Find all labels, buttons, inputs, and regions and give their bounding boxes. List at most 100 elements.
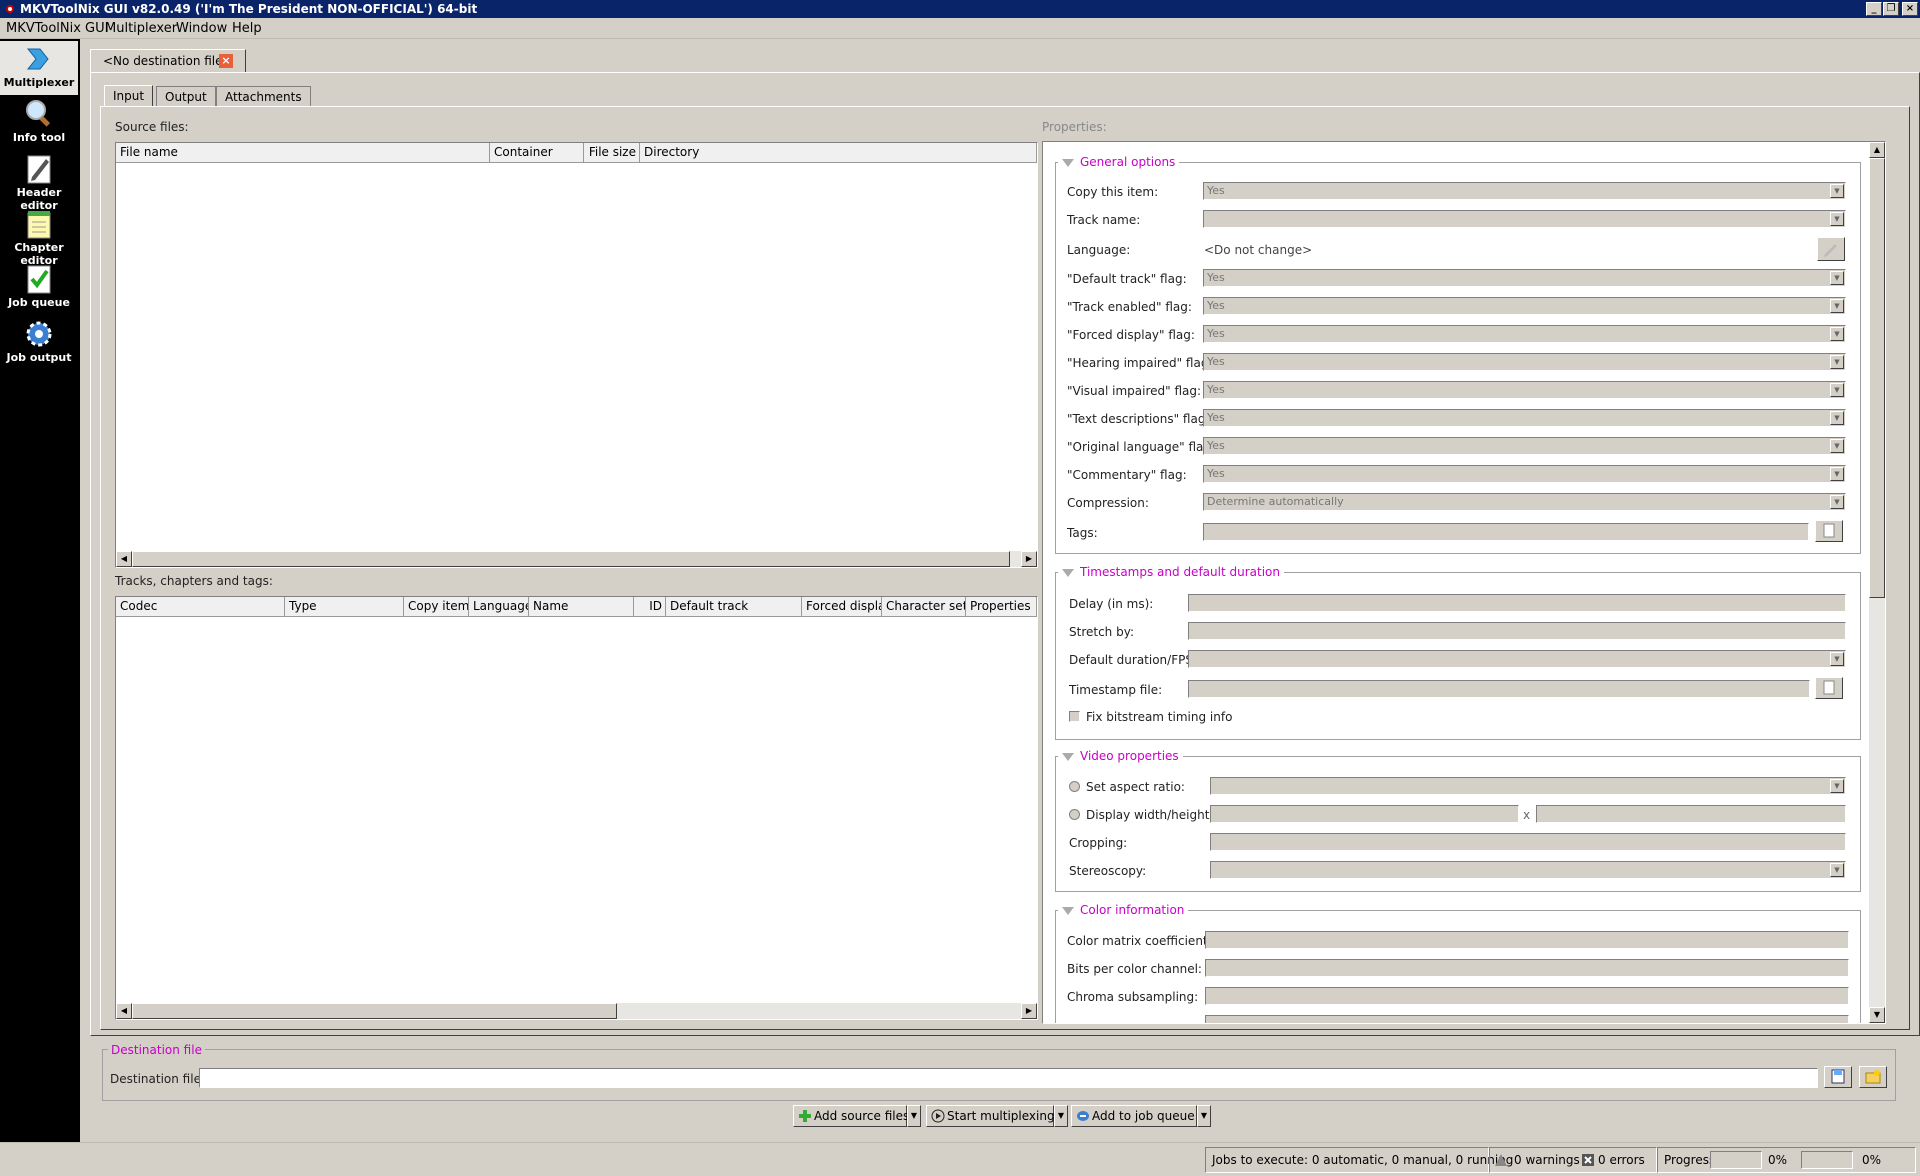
col-character-set[interactable]: Character set [882,597,966,617]
menu-window[interactable]: Window [176,21,227,36]
display-width-input[interactable] [1210,805,1519,823]
tab-attachments[interactable]: Attachments [216,86,311,107]
forced-display-select[interactable]: Yes ▼ [1203,325,1846,343]
copy-item-select[interactable]: Yes ▼ [1203,182,1846,200]
close-button[interactable]: × [1902,2,1918,16]
restore-button[interactable]: ❐ [1883,2,1899,16]
scroll-left-icon[interactable]: ◀ [116,551,132,567]
menu-multiplexer[interactable]: Multiplexer [105,21,177,36]
col-name[interactable]: Name [529,597,634,617]
tab-output[interactable]: Output [156,86,216,107]
aspect-ratio-radio[interactable] [1069,781,1080,792]
menu-mkvtoolnix[interactable]: MKVToolNix GUI [6,21,108,36]
default-track-select[interactable]: Yes ▼ [1203,269,1846,287]
menu-help[interactable]: Help [232,21,262,36]
multiplexer-icon [26,48,49,70]
cropping-input[interactable] [1210,833,1846,851]
dock-job-queue[interactable]: Job queue [0,261,78,315]
scroll-thumb[interactable] [1869,158,1885,598]
tags-input[interactable] [1203,523,1809,541]
video-properties-title[interactable]: Video properties [1058,749,1183,763]
scroll-right-icon[interactable]: ▶ [1021,551,1037,567]
aspect-ratio-select[interactable]: ▼ [1210,777,1846,795]
col-file-size[interactable]: File size [584,143,640,163]
browse-timestamp-button[interactable] [1815,677,1843,699]
col-default-track[interactable]: Default track [666,597,802,617]
chroma-subsampling-input[interactable] [1205,987,1849,1005]
source-files-list[interactable]: File name Container File size Directory … [115,142,1038,568]
color-information-title[interactable]: Color information [1058,903,1189,917]
dock-job-output[interactable]: Job output [0,316,78,370]
language-value[interactable]: <Do not change> [1204,243,1312,257]
start-multiplexing-button[interactable]: Start multiplexing [926,1105,1055,1127]
col-id[interactable]: ID [634,597,666,617]
scroll-thumb[interactable] [132,1003,617,1019]
tab-input[interactable]: Input [104,85,154,106]
visual-impaired-select[interactable]: Yes ▼ [1203,381,1846,399]
col-directory[interactable]: Directory [640,143,1037,163]
bits-per-channel-input[interactable] [1205,959,1849,977]
scroll-down-icon[interactable]: ▼ [1869,1007,1885,1023]
chroma-siting-input[interactable] [1205,1015,1849,1023]
add-source-files-button[interactable]: Add source files [793,1105,909,1127]
destination-file-input[interactable] [199,1068,1818,1088]
col-forced-display[interactable]: Forced displa [802,597,882,617]
scroll-thumb[interactable] [132,551,1010,567]
dock-multiplexer[interactable]: Multiplexer [0,41,78,95]
close-tab-icon[interactable]: × [219,54,233,68]
tool-dock: Multiplexer Info tool Header editor Chap… [0,39,80,1176]
col-codec[interactable]: Codec [116,597,285,617]
default-duration-select[interactable]: ▼ [1188,650,1846,668]
hearing-impaired-select[interactable]: Yes ▼ [1203,353,1846,371]
track-name-input[interactable]: ▼ [1203,210,1846,228]
dock-chapter-editor[interactable]: Chapter editor [0,206,78,267]
times-separator: x [1523,808,1531,822]
properties-pane[interactable]: ▲ ▼ General options Copy this item: Yes ▼… [1042,141,1886,1024]
scroll-left-icon[interactable]: ◀ [116,1003,132,1019]
scroll-up-icon[interactable]: ▲ [1869,142,1885,158]
start-multiplexing-dropdown[interactable]: ▼ [1054,1105,1068,1127]
properties-vscrollbar[interactable]: ▲ ▼ [1869,142,1885,1023]
color-matrix-input[interactable] [1205,931,1849,949]
add-to-job-queue-button[interactable]: Add to job queue [1071,1105,1197,1127]
edit-language-button[interactable] [1817,237,1845,261]
col-language[interactable]: Language [469,597,529,617]
add-source-files-dropdown[interactable]: ▼ [907,1105,921,1127]
col-properties[interactable]: Properties [966,597,1037,617]
tracks-list[interactable]: Codec Type Copy item Language Name ID De… [115,596,1038,1020]
timestamp-file-input[interactable] [1188,680,1810,698]
minimize-button[interactable]: _ [1866,2,1882,16]
timestamps-title[interactable]: Timestamps and default duration [1058,565,1284,579]
col-file-name[interactable]: File name [116,143,490,163]
source-hscrollbar[interactable]: ◀ ▶ [116,551,1037,567]
doc-tab[interactable]: <No destination file> × [90,49,246,73]
col-container[interactable]: Container [490,143,584,163]
col-type[interactable]: Type [285,597,404,617]
dock-header-editor[interactable]: Header editor [0,151,78,212]
text-descriptions-select[interactable]: Yes ▼ [1203,409,1846,427]
warnings-errors-status[interactable]: 0 warnings 0 errors [1489,1147,1657,1173]
general-options-title[interactable]: General options [1058,155,1180,169]
notepad-icon [27,211,51,239]
default-track-label: "Default track" flag: [1067,272,1187,286]
stretch-input[interactable] [1188,622,1846,640]
add-to-job-queue-dropdown[interactable]: ▼ [1197,1105,1211,1127]
browse-tags-button[interactable] [1815,520,1843,542]
display-size-radio[interactable] [1069,809,1080,820]
stereoscopy-select[interactable]: ▼ [1210,861,1846,879]
fix-bitstream-checkbox[interactable] [1069,711,1080,722]
chroma-subsampling-label: Chroma subsampling: [1067,990,1199,1004]
track-enabled-select[interactable]: Yes ▼ [1203,297,1846,315]
scroll-right-icon[interactable]: ▶ [1021,1003,1037,1019]
tracks-hscrollbar[interactable]: ◀ ▶ [116,1003,1037,1019]
browse-destination-button[interactable] [1824,1066,1852,1088]
delay-input[interactable] [1188,594,1846,612]
compression-select[interactable]: Determine automatically ▼ [1203,493,1846,511]
display-height-input[interactable] [1536,805,1846,823]
recent-destinations-button[interactable] [1859,1066,1887,1088]
original-language-select[interactable]: Yes ▼ [1203,437,1846,455]
dock-info-tool[interactable]: Info tool [0,96,78,150]
jobs-status[interactable]: Jobs to execute: 0 automatic, 0 manual, … [1205,1147,1513,1173]
commentary-select[interactable]: Yes ▼ [1203,465,1846,483]
col-copy-item[interactable]: Copy item [404,597,469,617]
